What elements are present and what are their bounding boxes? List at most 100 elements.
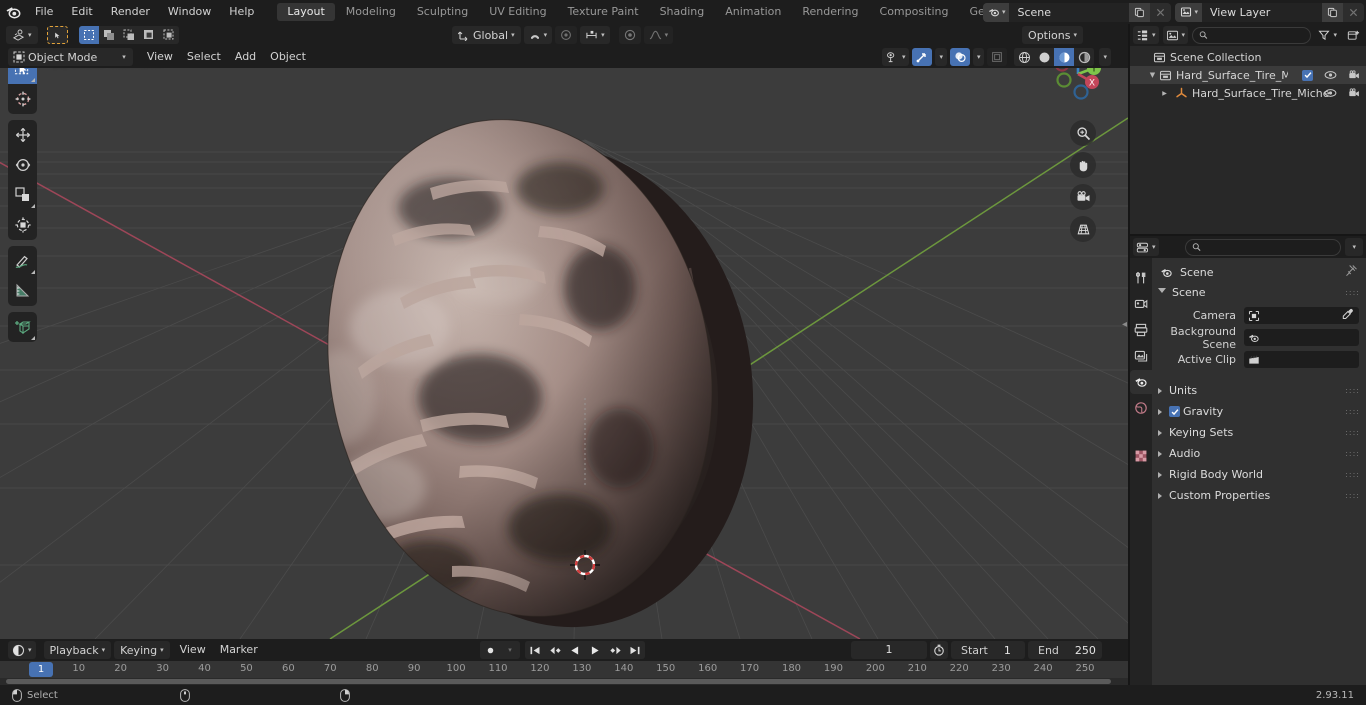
outliner-row-tire-object[interactable]: ▶ Hard_Surface_Tire_Miche: [1130, 84, 1366, 102]
outliner-editor[interactable]: ▾ ▾ ▾ Scene Collection ▼ Hard_Surface_Ti…: [1130, 24, 1366, 234]
blender-logo-icon[interactable]: [0, 0, 26, 24]
camera-render-icon[interactable]: [1348, 70, 1360, 80]
chevron-right-icon[interactable]: [1158, 450, 1162, 457]
gravity-checkbox[interactable]: [1169, 406, 1180, 417]
viewport-options-button[interactable]: Options ▾: [1022, 26, 1083, 44]
outliner-search-input[interactable]: [1211, 29, 1305, 41]
gizmo-icon[interactable]: [912, 48, 933, 66]
unlink-scene-button[interactable]: [1150, 2, 1172, 22]
select-box-icon[interactable]: [78, 26, 99, 44]
outliner-search-box[interactable]: [1192, 26, 1312, 44]
timeline-menu-playback[interactable]: Playback ▾: [43, 641, 112, 659]
new-scene-button[interactable]: [1129, 2, 1151, 22]
viewport-menu-view[interactable]: View: [140, 48, 180, 66]
measure-tool[interactable]: [8, 276, 37, 306]
auto-keying-icon[interactable]: [480, 641, 500, 659]
chevron-right-icon[interactable]: [1158, 471, 1162, 478]
select-intersect-icon[interactable]: [158, 26, 179, 44]
move-tool[interactable]: [8, 120, 37, 150]
tab-modeling[interactable]: Modeling: [336, 3, 406, 21]
section-rigid-body-world[interactable]: Rigid Body World ::::: [1152, 464, 1366, 485]
timeline-scrollbar-thumb[interactable]: [6, 679, 1111, 684]
view-layer-tab[interactable]: [1130, 344, 1152, 368]
jump-to-end-icon[interactable]: [625, 641, 645, 659]
cursor-tool[interactable]: [8, 84, 37, 114]
scene-selector[interactable]: ▾ Scene: [982, 2, 1172, 22]
timeline-menu-keying[interactable]: Keying ▾: [114, 641, 170, 659]
chevron-right-icon[interactable]: [1158, 387, 1162, 394]
tab-layout[interactable]: Layout: [277, 3, 335, 21]
scene-panel-header[interactable]: Scene ::::: [1152, 282, 1366, 302]
tab-sculpting[interactable]: Sculpting: [407, 3, 478, 21]
object-mode-selector[interactable]: Object Mode ▾: [8, 48, 133, 66]
tab-compositing[interactable]: Compositing: [870, 3, 959, 21]
current-frame-field[interactable]: 1: [851, 641, 927, 659]
pivot-point-icon[interactable]: [618, 26, 641, 44]
overlays-dropdown[interactable]: ▾: [972, 48, 985, 66]
menu-edit[interactable]: Edit: [62, 0, 101, 24]
chevron-right-icon[interactable]: [1158, 408, 1162, 415]
properties-search-box[interactable]: [1184, 238, 1342, 256]
select-subtract-icon[interactable]: [118, 26, 139, 44]
viewport-sidebar-toggle[interactable]: ◂: [1122, 319, 1127, 330]
section-keying-sets[interactable]: Keying Sets ::::: [1152, 422, 1366, 443]
timeline-scrollbar[interactable]: [0, 678, 1128, 685]
properties-panel-body[interactable]: Scene Scene :::: Camera Background Scene…: [1152, 258, 1366, 685]
properties-search-input[interactable]: [1204, 241, 1335, 253]
tab-texture-paint[interactable]: Texture Paint: [558, 3, 649, 21]
tool-tab[interactable]: [1130, 266, 1152, 290]
xray-toggle-icon[interactable]: [987, 48, 1008, 66]
scene-name-field[interactable]: Scene: [1009, 2, 1130, 22]
wireframe-shading-icon[interactable]: [1014, 48, 1035, 66]
annotate-tool[interactable]: [8, 246, 37, 276]
editor-splitter-vertical[interactable]: [1128, 24, 1130, 685]
snap-target-icon[interactable]: ▾: [580, 26, 610, 44]
object-visibility-icon[interactable]: ▾: [881, 48, 910, 66]
scale-tool[interactable]: [8, 180, 37, 210]
material-preview-shading-icon[interactable]: [1054, 48, 1075, 66]
view-layer-icon[interactable]: ▾: [1175, 2, 1202, 22]
gizmo-dropdown[interactable]: ▾: [935, 48, 947, 66]
properties-options-dropdown[interactable]: ▾: [1345, 238, 1363, 256]
section-units[interactable]: Units ::::: [1152, 380, 1366, 401]
transform-orientation-selector[interactable]: Global ▾: [452, 26, 521, 44]
viewport-menu-select[interactable]: Select: [180, 48, 228, 66]
properties-editor-icon[interactable]: ▾: [1133, 238, 1159, 256]
tab-shading[interactable]: Shading: [650, 3, 715, 21]
outliner-tree[interactable]: Scene Collection ▼ Hard_Surface_Tire_Mic…: [1130, 46, 1366, 102]
end-frame-field[interactable]: End 250: [1028, 641, 1102, 659]
falloff-curve-icon[interactable]: ▾: [643, 26, 674, 44]
rotate-tool[interactable]: [8, 150, 37, 180]
eyedropper-icon[interactable]: [1342, 308, 1354, 323]
shading-mode-group[interactable]: [1014, 48, 1095, 66]
menu-help[interactable]: Help: [220, 0, 263, 24]
view-layer-selector[interactable]: ▾ View Layer: [1175, 2, 1364, 22]
section-gravity[interactable]: Gravity ::::: [1152, 401, 1366, 422]
toggle-orthographic-icon[interactable]: [1070, 216, 1096, 242]
play-reverse-icon[interactable]: [565, 641, 585, 659]
timeline-ruler[interactable]: 10 20 30 40 50 60 70 80 90 100 110 120 130 140 150 160 1…: [0, 661, 1128, 679]
collection-enable-checkbox[interactable]: [1302, 69, 1313, 81]
outliner-display-mode-icon[interactable]: ▾: [1133, 26, 1159, 44]
transform-tool[interactable]: [8, 210, 37, 240]
3d-viewport[interactable]: ▾ Global ▾ ▾ ▾ ▾ Options ▾ Object Mode ▾…: [0, 24, 1128, 639]
rendered-shading-icon[interactable]: [1074, 48, 1095, 66]
new-collection-icon[interactable]: [1344, 26, 1363, 44]
shading-dropdown[interactable]: ▾: [1099, 48, 1111, 66]
overlays-icon[interactable]: [949, 48, 970, 66]
remove-view-layer-button[interactable]: [1343, 2, 1364, 22]
timeline-menu-view[interactable]: View: [173, 641, 213, 659]
timeline-playhead[interactable]: 1: [29, 662, 53, 677]
texture-tab[interactable]: [1130, 444, 1152, 468]
world-tab[interactable]: [1130, 396, 1152, 420]
section-audio[interactable]: Audio ::::: [1152, 443, 1366, 464]
jump-prev-keyframe-icon[interactable]: [545, 641, 565, 659]
solid-shading-icon[interactable]: [1034, 48, 1055, 66]
viewport-canvas[interactable]: [0, 68, 1128, 639]
start-frame-field[interactable]: Start 1: [951, 641, 1025, 659]
menu-file[interactable]: File: [26, 0, 62, 24]
camera-render-icon[interactable]: [1348, 88, 1360, 98]
tab-rendering[interactable]: Rendering: [792, 3, 868, 21]
editor-type-icon[interactable]: ▾: [6, 26, 38, 44]
zoom-icon[interactable]: [1070, 120, 1096, 146]
